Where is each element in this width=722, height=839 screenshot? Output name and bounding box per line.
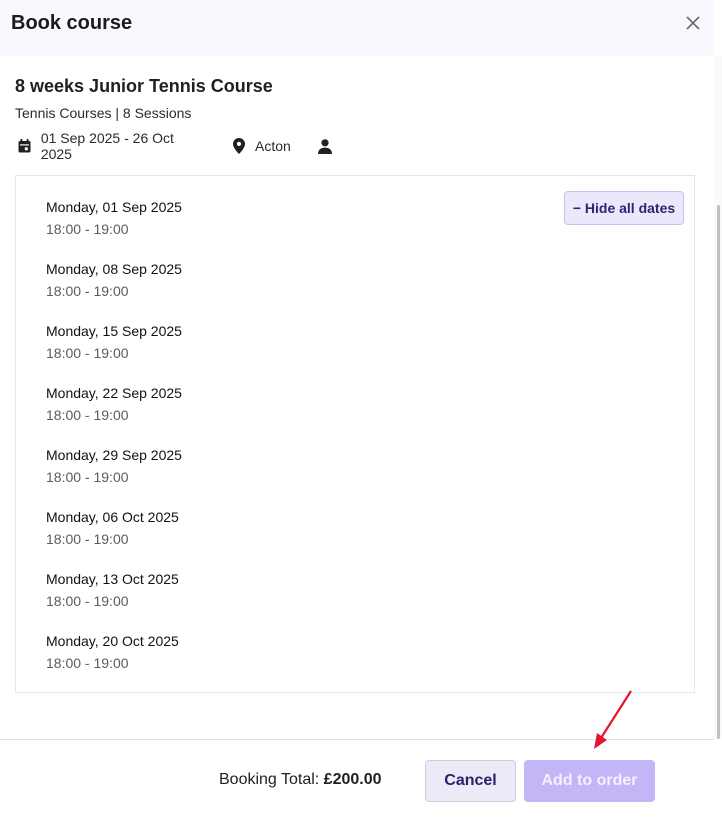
- booking-total-value: £200.00: [323, 771, 382, 788]
- session-time: 18:00 - 19:00: [46, 345, 129, 361]
- location-pin-icon: [231, 138, 247, 154]
- location-text: Acton: [255, 138, 291, 154]
- session-date: Monday, 01 Sep 2025: [46, 199, 182, 215]
- session-item: Monday, 22 Sep 2025 18:00 - 19:00: [46, 384, 182, 424]
- add-to-order-button[interactable]: Add to order: [524, 760, 655, 802]
- session-time: 18:00 - 19:00: [46, 655, 129, 671]
- cancel-button[interactable]: Cancel: [425, 760, 516, 802]
- session-time: 18:00 - 19:00: [46, 469, 129, 485]
- session-item: Monday, 15 Sep 2025 18:00 - 19:00: [46, 322, 182, 362]
- session-time: 18:00 - 19:00: [46, 221, 129, 237]
- close-button[interactable]: [682, 12, 704, 34]
- annotation-arrow-icon: [594, 690, 632, 749]
- session-time: 18:00 - 19:00: [46, 283, 129, 299]
- session-date: Monday, 13 Oct 2025: [46, 571, 179, 587]
- session-time: 18:00 - 19:00: [46, 593, 129, 609]
- book-course-dialog: Book course 8 weeks Junior Tennis Course…: [0, 0, 722, 839]
- session-date: Monday, 22 Sep 2025: [46, 385, 182, 401]
- hide-all-dates-button[interactable]: − Hide all dates: [564, 191, 684, 225]
- dialog-title: Book course: [11, 12, 133, 34]
- booking-total: Booking Total: £200.00: [219, 771, 382, 789]
- session-date: Monday, 08 Sep 2025: [46, 261, 182, 277]
- session-date: Monday, 15 Sep 2025: [46, 323, 182, 339]
- close-icon: [686, 16, 700, 30]
- sessions-list: − Hide all dates Monday, 01 Sep 2025 18:…: [15, 175, 695, 693]
- person-icon: [317, 138, 333, 154]
- date-range-text: 01 Sep 2025 - 26 Oct 2025: [40, 130, 174, 162]
- session-date: Monday, 29 Sep 2025: [46, 447, 182, 463]
- course-date-range: 01 Sep 2025 - 26 Oct 2025: [17, 130, 207, 162]
- session-item: Monday, 13 Oct 2025 18:00 - 19:00: [46, 570, 179, 610]
- session-item: Monday, 06 Oct 2025 18:00 - 19:00: [46, 508, 179, 548]
- session-date: Monday, 20 Oct 2025: [46, 633, 179, 649]
- session-time: 18:00 - 19:00: [46, 407, 129, 423]
- course-location: Acton: [231, 138, 291, 154]
- session-time: 18:00 - 19:00: [46, 531, 129, 547]
- session-date: Monday, 06 Oct 2025: [46, 509, 179, 525]
- session-item: Monday, 01 Sep 2025 18:00 - 19:00: [46, 198, 182, 238]
- booking-total-label: Booking Total:: [219, 771, 320, 788]
- course-title: 8 weeks Junior Tennis Course: [15, 76, 273, 96]
- session-item: Monday, 29 Sep 2025 18:00 - 19:00: [46, 446, 182, 486]
- calendar-icon: [17, 138, 33, 154]
- scrollbar-thumb[interactable]: [717, 205, 720, 739]
- course-meta: 01 Sep 2025 - 26 Oct 2025 Acton: [17, 130, 333, 162]
- dialog-header: Book course: [0, 0, 714, 56]
- course-subtitle: Tennis Courses | 8 Sessions: [15, 105, 192, 121]
- session-item: Monday, 20 Oct 2025 18:00 - 19:00: [46, 632, 179, 672]
- session-item: Monday, 08 Sep 2025 18:00 - 19:00: [46, 260, 182, 300]
